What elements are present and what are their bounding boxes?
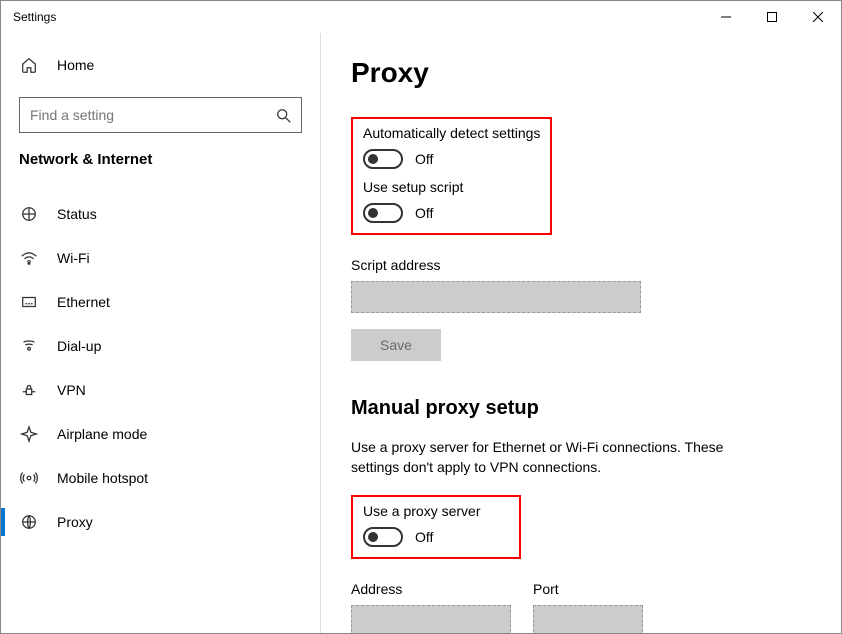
nav-ethernet[interactable]: Ethernet [1,280,320,324]
nav-airplane[interactable]: Airplane mode [1,412,320,456]
use-proxy-toggle[interactable] [363,527,403,547]
setup-script-label: Use setup script [363,179,540,195]
hotspot-icon [19,468,39,488]
proxy-icon [19,512,39,532]
search-input[interactable] [30,107,275,123]
manual-section-title: Manual proxy setup [351,397,811,420]
home-icon [19,55,39,75]
nav-label: Airplane mode [57,426,147,442]
category-header: Network & Internet [1,151,320,182]
search-icon [275,107,291,123]
airplane-icon [19,424,39,444]
nav-label: Ethernet [57,294,110,310]
manual-description: Use a proxy server for Ethernet or Wi-Fi… [351,438,771,477]
port-input [533,605,643,633]
settings-window: Settings Home Network & Internet [0,0,842,634]
nav-proxy[interactable]: Proxy [1,500,320,544]
address-label: Address [351,581,511,597]
use-proxy-state: Off [415,529,433,545]
auto-detect-state: Off [415,151,433,167]
nav-label: Mobile hotspot [57,470,148,486]
close-button[interactable] [795,1,841,33]
vpn-icon [19,380,39,400]
nav-vpn[interactable]: VPN [1,368,320,412]
nav-status[interactable]: Status [1,192,320,236]
script-address-input [351,281,641,313]
nav-label: Dial-up [57,338,101,354]
maximize-button[interactable] [749,1,795,33]
script-address-label: Script address [351,257,811,273]
nav-label: VPN [57,382,86,398]
highlight-auto-section: Automatically detect settings Off Use se… [351,117,552,235]
use-proxy-label: Use a proxy server [363,503,509,519]
port-label: Port [533,581,643,597]
page-title: Proxy [351,57,811,89]
search-box[interactable] [19,97,302,133]
dialup-icon [19,336,39,356]
nav-label: Status [57,206,97,222]
window-title: Settings [1,10,56,24]
nav-dialup[interactable]: Dial-up [1,324,320,368]
nav-hotspot[interactable]: Mobile hotspot [1,456,320,500]
address-input [351,605,511,633]
highlight-proxy-section: Use a proxy server Off [351,495,521,559]
content-area: Proxy Automatically detect settings Off … [321,33,841,633]
ethernet-icon [19,292,39,312]
wifi-icon [19,248,39,268]
titlebar: Settings [1,1,841,33]
minimize-button[interactable] [703,1,749,33]
setup-script-state: Off [415,205,433,221]
auto-detect-label: Automatically detect settings [363,125,540,141]
status-icon [19,204,39,224]
nav-label: Wi-Fi [57,250,90,266]
home-nav[interactable]: Home [1,45,320,85]
nav-wifi[interactable]: Wi-Fi [1,236,320,280]
auto-detect-toggle[interactable] [363,149,403,169]
save-button: Save [351,329,441,361]
home-label: Home [57,57,94,73]
setup-script-toggle[interactable] [363,203,403,223]
sidebar: Home Network & Internet Status Wi-Fi [1,33,321,633]
nav-label: Proxy [57,514,93,530]
